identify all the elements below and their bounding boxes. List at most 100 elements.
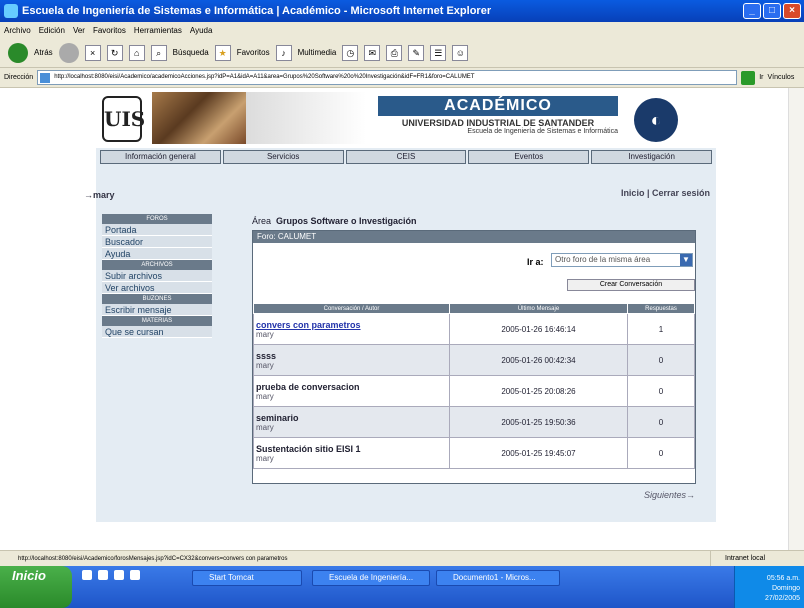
edit-icon[interactable]: ✎ [408, 44, 425, 61]
messenger-icon[interactable]: ☺ [452, 44, 469, 61]
sidebar-item-subir-archivos[interactable]: Subir archivos [102, 270, 212, 282]
stop-icon[interactable]: × [84, 44, 101, 61]
favorites-button-label[interactable]: Favoritos [237, 48, 270, 57]
table-row: convers con parametros mary 2005-01-26 16… [253, 313, 695, 345]
address-url: http://localhost:8080/eisi/Academico/aca… [54, 74, 475, 80]
menu-herramientas[interactable]: Herramientas [134, 26, 182, 35]
menu-edicion[interactable]: Edición [39, 26, 65, 35]
user-links[interactable]: Inicio | Cerrar sesión [621, 188, 710, 198]
favorites-star-icon[interactable]: ★ [214, 44, 231, 61]
start-button[interactable]: Inicio [0, 566, 72, 608]
discuss-icon[interactable]: ☰ [430, 44, 447, 61]
address-input[interactable]: http://localhost:8080/eisi/Academico/aca… [37, 70, 738, 85]
conversation-title[interactable]: Sustentación sitio EISI 1 [256, 444, 449, 454]
nav-ceis[interactable]: CEIS [345, 150, 467, 164]
clock-time[interactable]: 05:56 a.m. [735, 574, 800, 584]
ie-quicklaunch-icon[interactable] [98, 570, 108, 580]
home-icon[interactable]: ⌂ [128, 44, 145, 61]
conversation-author: mary [256, 391, 274, 401]
multimedia-button-label[interactable]: Multimedia [298, 48, 337, 57]
last-message-date: 2005-01-26 00:42:34 [449, 344, 628, 376]
print-icon[interactable]: ⎙ [386, 44, 403, 61]
table-row: prueba de conversacion mary 2005-01-25 20… [253, 375, 695, 407]
history-icon[interactable]: ◷ [342, 44, 359, 61]
replies-count: 0 [627, 344, 695, 376]
conversation-title[interactable]: prueba de conversacion [256, 382, 449, 392]
sidebar-item-ver-archivos[interactable]: Ver archivos [102, 282, 212, 294]
create-conversation-button[interactable]: Crear Conversación [567, 279, 695, 291]
forward-arrow-icon[interactable] [58, 42, 79, 63]
media-quicklaunch-icon[interactable] [114, 570, 124, 580]
conversation-title-link[interactable]: convers con parametros [256, 320, 449, 330]
back-arrow-icon[interactable] [8, 42, 28, 63]
conversations-table: Conversación / Autor Último Mensaje Resp… [253, 303, 695, 469]
column-header-ultimo-mensaje: Último Mensaje [449, 303, 628, 314]
menu-ayuda[interactable]: Ayuda [190, 26, 213, 35]
go-button-label[interactable]: Ir [759, 74, 763, 81]
column-header-respuestas: Respuestas [627, 303, 695, 314]
last-message-date: 2005-01-25 19:50:36 [449, 406, 628, 438]
address-label: Dirección [4, 74, 34, 81]
task-start-tomcat[interactable]: Start Tomcat [192, 570, 302, 586]
sidebar-item-portada[interactable]: Portada [102, 224, 212, 236]
search-button-label[interactable]: Búsqueda [173, 48, 209, 57]
user-name: mary [93, 190, 115, 200]
sidebar-item-buscador[interactable]: Buscador [102, 236, 212, 248]
web-page: UIS ACADÉMICO UNIVERSIDAD INDUSTRIAL DE … [84, 88, 716, 522]
nav-servicios[interactable]: Servicios [222, 150, 344, 164]
nav-investigacion[interactable]: Investigación [591, 150, 712, 164]
multimedia-icon[interactable]: ♪ [275, 44, 292, 61]
vertical-scrollbar[interactable] [788, 88, 804, 550]
header-photo [152, 92, 246, 144]
status-bar: http://localhost:8080/eisi/Academico/for… [0, 550, 804, 566]
table-row: ssss mary 2005-01-26 00:42:34 0 [253, 344, 695, 376]
area-value: Grupos Software o Investigación [276, 216, 417, 226]
address-bar: Dirección http://localhost:8080/eisi/Aca… [0, 68, 804, 88]
browser-toolbar: Atrás × ↻ ⌂ ⌕ Búsqueda ★ Favoritos ♪ Mul… [0, 38, 804, 68]
sidebar: FOROS Portada Buscador Ayuda ARCHIVOS Su… [102, 214, 212, 338]
conversation-author: mary [256, 422, 274, 432]
chevron-down-icon[interactable]: ▼ [680, 254, 692, 266]
mail-icon[interactable]: ✉ [364, 44, 381, 61]
conversation-title[interactable]: seminario [256, 413, 449, 423]
table-row: seminario mary 2005-01-25 19:50:36 0 [253, 406, 695, 438]
conversation-title[interactable]: ssss [256, 351, 449, 361]
table-row: Sustentación sitio EISI 1 mary 2005-01-25… [253, 437, 695, 469]
nav-eventos[interactable]: Eventos [468, 150, 590, 164]
last-message-date: 2005-01-25 20:08:26 [449, 375, 628, 407]
forum-select[interactable]: Otro foro de la misma área ▼ [551, 253, 693, 267]
maximize-button[interactable]: □ [763, 3, 781, 19]
refresh-icon[interactable]: ↻ [106, 44, 123, 61]
nav-informacion-general[interactable]: Información general [100, 150, 221, 164]
forum-select-value: Otro foro de la misma área [555, 255, 651, 264]
sidebar-item-ayuda[interactable]: Ayuda [102, 248, 212, 260]
search-icon[interactable]: ⌕ [150, 44, 167, 61]
school-logo-icon: ◐ [634, 98, 678, 142]
menu-ver[interactable]: Ver [73, 26, 85, 35]
next-page-link[interactable]: Siguientes→ [644, 490, 695, 500]
show-desktop-icon[interactable] [82, 570, 92, 580]
menu-archivo[interactable]: Archivo [4, 26, 31, 35]
quick-launch [82, 570, 140, 580]
go-arrow-icon[interactable] [741, 70, 756, 85]
sidebar-item-escribir-mensaje[interactable]: Escribir mensaje [102, 304, 212, 316]
task-documento-word[interactable]: Documento1 - Micros... [436, 570, 560, 586]
links-label[interactable]: Vínculos [767, 74, 794, 81]
minimize-button[interactable]: _ [743, 3, 761, 19]
forum-panel: Foro: CALUMET Ir a: Otro foro de la mism… [252, 230, 696, 484]
task-escuela-ie[interactable]: Escuela de Ingeniería... [312, 570, 430, 586]
area-label: Área [252, 216, 272, 226]
security-zone: Intranet local [710, 551, 800, 566]
close-button[interactable]: × [783, 3, 801, 19]
window-titlebar[interactable]: Escuela de Ingeniería de Sistemas e Info… [0, 0, 804, 22]
folder-quicklaunch-icon[interactable] [130, 570, 140, 580]
sidebar-item-que-se-cursan[interactable]: Que se cursan [102, 326, 212, 338]
ie-icon [4, 4, 18, 18]
page-header: UIS ACADÉMICO UNIVERSIDAD INDUSTRIAL DE … [96, 88, 716, 148]
page-icon [40, 73, 51, 83]
conversation-author: mary [256, 329, 274, 339]
last-message-date: 2005-01-26 16:46:14 [449, 313, 628, 345]
back-button-label[interactable]: Atrás [34, 48, 53, 57]
column-header-conversacion: Conversación / Autor [253, 303, 450, 314]
menu-favoritos[interactable]: Favoritos [93, 26, 126, 35]
